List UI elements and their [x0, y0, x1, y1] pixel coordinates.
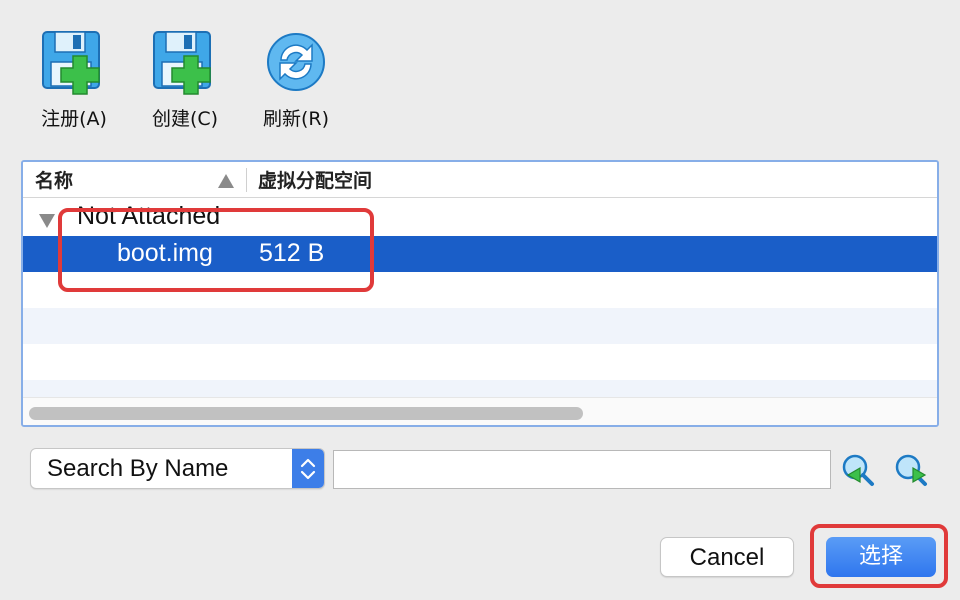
table-row[interactable]: boot.img 512 B [23, 236, 937, 272]
column-divider [246, 168, 247, 192]
empty-row [23, 344, 937, 380]
column-header-size[interactable]: 虚拟分配空间 [258, 162, 372, 198]
disclosure-triangle-icon[interactable] [39, 214, 55, 228]
choose-button[interactable]: 选择 [826, 537, 936, 577]
search-prev-icon[interactable] [840, 452, 876, 488]
create-label: 创建(C) [151, 108, 219, 130]
select-stepper-icon[interactable] [292, 449, 324, 488]
empty-row [23, 308, 937, 344]
group-row-not-attached[interactable]: Not Attached [23, 199, 937, 235]
file-size: 512 B [259, 239, 325, 267]
refresh-button[interactable]: 刷新(R) [251, 26, 341, 131]
register-label: 注册(A) [41, 108, 107, 130]
group-label: Not Attached [77, 202, 221, 230]
sort-ascending-icon [218, 174, 234, 188]
search-mode-value: Search By Name [47, 455, 229, 482]
horizontal-scrollbar[interactable] [23, 397, 937, 425]
media-table[interactable]: 名称 虚拟分配空间 Not Attached boot.img 512 B [21, 160, 939, 427]
floppy-plus-icon [150, 26, 220, 98]
refresh-label: 刷新(R) [262, 108, 330, 130]
register-button[interactable]: 注册(A) [29, 26, 119, 131]
cancel-button[interactable]: Cancel [660, 537, 794, 577]
scrollbar-thumb[interactable] [29, 407, 583, 420]
create-button[interactable]: 创建(C) [140, 26, 230, 131]
floppy-plus-icon [39, 26, 109, 98]
search-mode-select[interactable]: Search By Name [30, 448, 325, 489]
table-header: 名称 虚拟分配空间 [23, 162, 937, 198]
empty-row [23, 272, 937, 308]
column-header-name[interactable]: 名称 [35, 162, 73, 198]
search-input[interactable] [333, 450, 831, 489]
refresh-icon [261, 26, 331, 98]
file-name: boot.img [117, 239, 213, 267]
search-next-icon[interactable] [893, 452, 929, 488]
